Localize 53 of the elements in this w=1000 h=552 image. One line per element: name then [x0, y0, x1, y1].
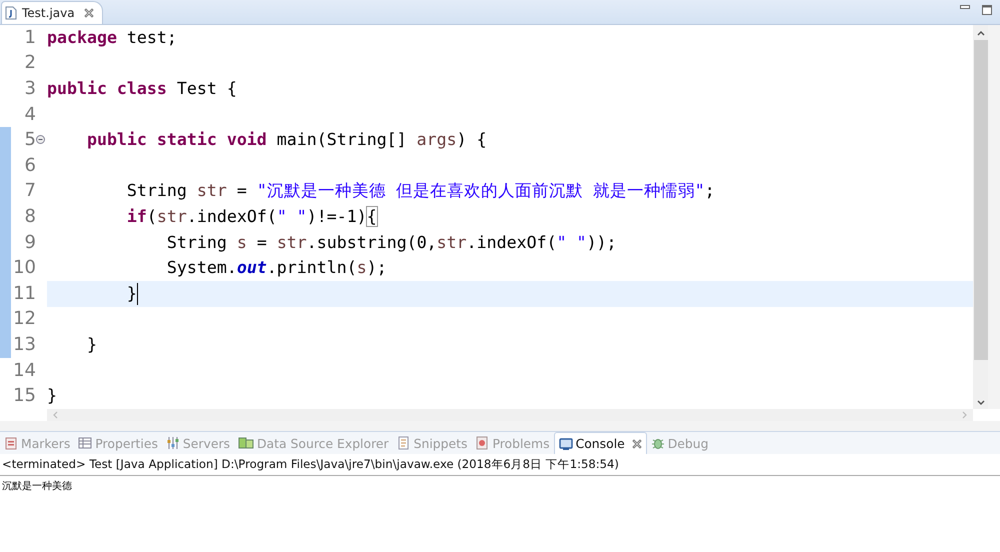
line-number: 10 — [13, 257, 36, 280]
code-line: String str = "沉默是一种美德 但是在喜欢的人面前沉默 就是一种懦弱"; — [126, 180, 715, 202]
maximize-icon[interactable] — [982, 5, 992, 15]
database-icon — [238, 436, 254, 450]
panel-tab[interactable]: Data Source Explorer — [234, 432, 393, 454]
code-line: System.out.println(s); — [166, 257, 387, 280]
panel-tab[interactable]: Debug — [646, 432, 713, 454]
line-number: 4 — [24, 104, 36, 126]
minimize-icon[interactable] — [960, 5, 970, 10]
monitor-icon — [558, 436, 573, 450]
line-number: 1 — [24, 26, 36, 49]
line-number: 8 — [24, 206, 36, 228]
java-file-icon — [5, 6, 17, 20]
line-number: 2 — [24, 52, 36, 74]
code-line: package test; — [47, 26, 177, 49]
code-line: } — [126, 282, 137, 305]
marker-icon — [4, 436, 18, 450]
line-number: 9 — [24, 232, 36, 254]
code-line: String s = str.substring(0,str.indexOf(" ")); — [166, 232, 617, 254]
panel-tab[interactable]: Snippets — [392, 432, 472, 454]
console-header: <terminated> Test [Java Application] D:\Program Files\Java\jre7\bin\javaw.exe (2018年6月8日 下午1:58:54) — [0, 454, 1000, 476]
console-output: 沉默是一种美德 — [1, 480, 73, 494]
close-icon[interactable] — [632, 438, 642, 448]
panel-tab[interactable]: Servers — [162, 432, 234, 454]
line-number: 14 — [13, 360, 36, 382]
bug-icon — [650, 436, 665, 450]
code-line: } — [47, 385, 57, 408]
line-number: 7 — [24, 180, 36, 202]
scroll-down-icon[interactable] — [976, 400, 984, 405]
close-icon[interactable] — [84, 8, 94, 18]
line-number: 13 — [13, 334, 36, 356]
panel-tab[interactable]: Console — [554, 432, 647, 454]
code-line: public static void main(String[] args) { — [86, 129, 487, 152]
panel-tab[interactable]: Properties — [74, 432, 162, 454]
code-line: public class Test { — [47, 78, 237, 100]
editor-tab[interactable]: Test.java — [1, 1, 103, 24]
line-number: 5 — [24, 129, 36, 152]
code-line: if(str.indexOf(" ")!=-1){ — [126, 206, 377, 228]
panel-tab[interactable]: Markers — [0, 432, 74, 454]
line-number: 12 — [13, 308, 36, 330]
panel-tab[interactable]: Problems — [471, 432, 554, 454]
line-number: 6 — [24, 154, 36, 177]
document-icon — [396, 436, 411, 450]
table-icon — [78, 436, 92, 450]
collapse-icon[interactable] — [36, 135, 45, 144]
line-number: 11 — [13, 282, 36, 305]
vertical-scrollbar[interactable] — [973, 25, 988, 409]
warning-list-icon — [475, 436, 490, 450]
code-line: } — [86, 334, 97, 356]
sliders-icon — [166, 436, 180, 450]
scroll-up-icon[interactable] — [976, 31, 984, 36]
line-number: 15 — [13, 385, 36, 408]
line-number: 3 — [24, 78, 36, 100]
